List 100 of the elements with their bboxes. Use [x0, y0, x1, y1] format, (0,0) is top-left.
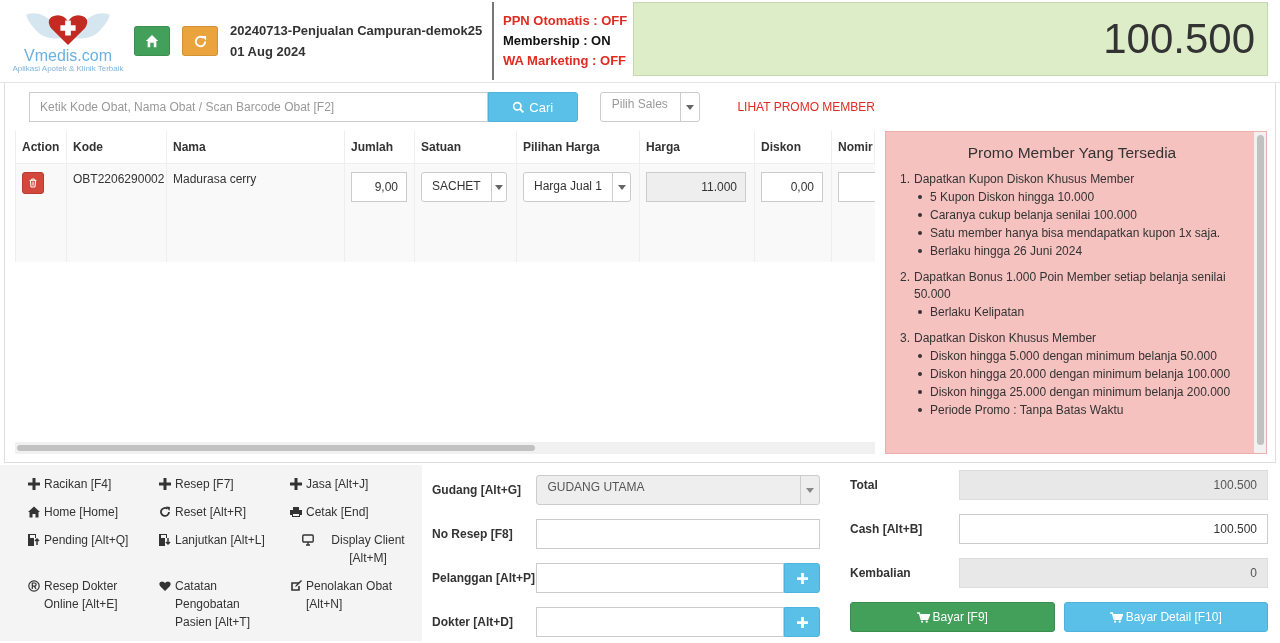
bullet-icon — [918, 310, 922, 314]
caret-icon — [686, 104, 695, 110]
plus-icon — [28, 478, 40, 490]
registered-icon — [28, 580, 40, 592]
quantity-field[interactable]: 9,00 — [351, 172, 407, 202]
home-icon — [28, 506, 40, 518]
promo-text: Dapatkan Diskon Khusus Member — [914, 330, 1097, 347]
shortcut-link[interactable]: Pending [Alt+Q] — [28, 531, 159, 577]
column-header: Nama — [173, 140, 206, 154]
shortcut-link[interactable]: Cetak [End] — [290, 503, 430, 531]
search-field[interactable]: Ketik Kode Obat, Nama Obat / Scan Barcode Obat [F2] — [29, 92, 488, 122]
bullet-icon — [918, 408, 922, 412]
input-field[interactable] — [536, 607, 784, 637]
field-label: No Resep [F8] — [432, 526, 514, 543]
input-field[interactable] — [536, 519, 820, 549]
promo-detail: 5 Kupon Diskon hingga 10.000 — [930, 189, 1095, 206]
horizontal-scrollbar[interactable] — [15, 442, 875, 454]
promo-detail: Satu member hanya bisa mendapatkan kupon 1x saja. — [930, 225, 1221, 242]
column-header: Harga — [646, 140, 680, 154]
shortcut-link[interactable]: Racikan [F4] — [28, 475, 159, 503]
promo-detail: Berlaku hingga 26 Juni 2024 — [930, 243, 1083, 260]
column-header: Action — [22, 140, 60, 154]
bullet-icon — [918, 249, 922, 253]
save-up-icon — [28, 534, 40, 546]
column-header: Pilihan Harga — [523, 140, 600, 154]
promo-detail: Diskon hingga 5.000 dengan minimum belanja 50.000 — [930, 348, 1217, 365]
promo-detail: Periode Promo : Tanpa Batas Waktu — [930, 402, 1124, 419]
home-button[interactable] — [134, 26, 170, 56]
bullet-icon — [918, 390, 922, 394]
unit-select[interactable]: SACHET — [421, 172, 507, 202]
bullet-icon — [918, 372, 922, 376]
field-label: Gudang [Alt+G] — [432, 482, 522, 499]
cart-icon — [1109, 611, 1123, 623]
promo-link[interactable]: LIHAT PROMO MEMBER — [737, 100, 875, 114]
amount-field[interactable]: 0 — [959, 558, 1268, 588]
refresh-button[interactable] — [182, 26, 218, 56]
caret-icon — [617, 184, 626, 190]
plus-icon — [796, 616, 808, 628]
bullet-icon — [918, 195, 922, 199]
shortcut-link[interactable]: Catatan Pengobatan Pasien [Alt+T] — [159, 577, 290, 637]
list-number: 1. — [900, 171, 910, 188]
field-label: Dokter [Alt+D] — [432, 614, 514, 631]
refresh-icon — [192, 33, 208, 49]
add-button[interactable] — [784, 563, 820, 593]
printer-icon — [290, 506, 302, 518]
logo-name: Vmedis.com — [24, 46, 112, 64]
plus-icon — [290, 478, 302, 490]
nominal-field[interactable] — [838, 172, 875, 202]
promo-detail: Diskon hingga 25.000 dengan minimum belanja 200.000 — [930, 384, 1231, 401]
column-header: Satuan — [421, 140, 461, 154]
list-number: 3. — [900, 330, 910, 347]
logo-tagline: Aplikasi Apotek & Klinik Terbaik — [12, 63, 124, 74]
field-label: Kembalian — [850, 565, 912, 582]
delete-button[interactable] — [22, 172, 44, 194]
search-icon — [512, 100, 526, 114]
shortcut-link[interactable]: Penolakan Obat [Alt+N] — [290, 577, 430, 637]
cart-icon — [916, 611, 930, 623]
bullet-icon — [918, 231, 922, 235]
shortcut-link[interactable]: Display Client [Alt+M] — [290, 531, 430, 577]
caret-icon — [806, 487, 814, 493]
home-icon — [145, 34, 159, 48]
column-header: Diskon — [761, 140, 801, 154]
edit-icon — [290, 580, 302, 592]
transaction-date: 01 Aug 2024 — [230, 44, 307, 59]
promo-detail: Caranya cukup belanja senilai 100.000 — [930, 207, 1137, 224]
add-button[interactable] — [784, 607, 820, 637]
promo-text: Dapatkan Bonus 1.000 Poin Member setiap belanja senilai 50.000 — [914, 269, 1227, 303]
grand-total-display: 100.500 — [633, 2, 1268, 76]
save-down-icon — [159, 534, 171, 546]
bullet-icon — [918, 354, 922, 358]
price-option-select[interactable]: Harga Jual 1 — [523, 172, 631, 202]
status-text: Membership : ON — [503, 32, 612, 50]
monitor-icon — [302, 534, 314, 546]
shortcut-link[interactable]: Home [Home] — [28, 503, 159, 531]
reset-icon — [159, 506, 171, 518]
shortcut-link[interactable]: Resep Dokter Online [Alt+E] — [28, 577, 159, 637]
promo-title: Promo Member Yang Tersedia — [966, 144, 1178, 162]
column-header: Nomir — [838, 140, 873, 154]
field-label: Pelanggan [Alt+P] — [432, 570, 536, 587]
table-cell: Madurasa cerry — [173, 172, 257, 186]
amount-field[interactable]: 100.500 — [959, 470, 1268, 500]
price-field[interactable]: 11.000 — [646, 172, 746, 202]
bullet-icon — [918, 213, 922, 217]
shortcut-link[interactable]: Reset [Alt+R] — [159, 503, 290, 531]
field-label: Total — [850, 477, 879, 494]
column-header: Kode — [73, 140, 103, 154]
amount-field[interactable]: 100.500 — [959, 514, 1268, 544]
shortcut-link[interactable]: Jasa [Alt+J] — [290, 475, 430, 503]
column-header: Jumlah — [351, 140, 393, 154]
plus-icon — [159, 478, 171, 490]
list-number: 2. — [900, 269, 910, 286]
table-cell: OBT2206290002 — [73, 172, 165, 186]
caret-icon — [494, 184, 503, 190]
shortcut-link[interactable]: Resep [F7] — [159, 475, 290, 503]
plus-icon — [796, 572, 808, 584]
discount-field[interactable]: 0,00 — [761, 172, 823, 202]
promo-text: Dapatkan Kupon Diskon Khusus Member — [914, 171, 1135, 188]
shortcut-link[interactable]: Lanjutkan [Alt+L] — [159, 531, 290, 577]
vertical-scrollbar[interactable] — [1254, 132, 1266, 453]
input-field[interactable] — [536, 563, 784, 593]
